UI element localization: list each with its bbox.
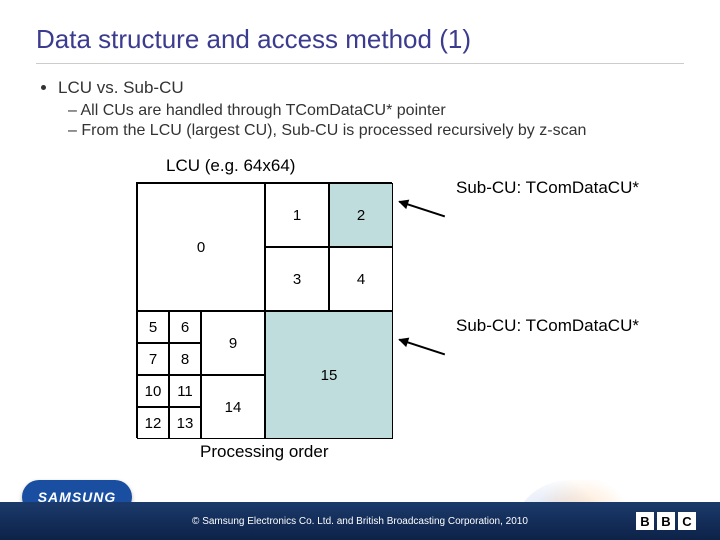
bbc-c: C (678, 512, 696, 530)
cell-5: 5 (137, 311, 169, 343)
annotation-subcu-bottom: Sub-CU: TComDataCU* (456, 316, 639, 336)
annotation-subcu-top: Sub-CU: TComDataCU* (456, 178, 639, 198)
lcu-grid: 0 1 2 3 4 5 6 7 8 9 10 11 12 13 14 15 (136, 182, 392, 438)
bullet-lcu-vs-subcu: LCU vs. Sub-CU All CUs are handled throu… (58, 78, 684, 140)
cell-14: 14 (201, 375, 265, 439)
cell-2: 2 (329, 183, 393, 247)
arrow-to-cell-2 (399, 201, 445, 218)
arrow-to-cell-15 (399, 339, 445, 356)
cell-4: 4 (329, 247, 393, 311)
processing-order-label: Processing order (200, 442, 329, 462)
title-rule (36, 63, 684, 64)
bbc-logo: B B C (636, 512, 696, 530)
lcu-diagram: LCU (e.g. 64x64) 0 1 2 3 4 5 6 7 8 9 10 … (106, 160, 666, 460)
cell-0: 0 (137, 183, 265, 311)
bullet-main-text: LCU vs. Sub-CU (58, 78, 184, 97)
content-area: LCU vs. Sub-CU All CUs are handled throu… (0, 78, 720, 460)
cell-1: 1 (265, 183, 329, 247)
bbc-b1: B (636, 512, 654, 530)
cell-12: 12 (137, 407, 169, 439)
cell-6: 6 (169, 311, 201, 343)
bullet-sub-1: All CUs are handled through TComDataCU* … (86, 102, 684, 120)
footer-bar: © Samsung Electronics Co. Ltd. and Briti… (0, 502, 720, 540)
page-title: Data structure and access method (1) (0, 0, 720, 63)
lcu-label: LCU (e.g. 64x64) (166, 156, 295, 176)
cell-15: 15 (265, 311, 393, 439)
copyright-text: © Samsung Electronics Co. Ltd. and Briti… (192, 516, 528, 527)
bbc-b2: B (657, 512, 675, 530)
cell-8: 8 (169, 343, 201, 375)
cell-13: 13 (169, 407, 201, 439)
cell-7: 7 (137, 343, 169, 375)
cell-9: 9 (201, 311, 265, 375)
cell-11: 11 (169, 375, 201, 407)
bullet-sub-2: From the LCU (largest CU), Sub-CU is pro… (86, 122, 684, 140)
cell-3: 3 (265, 247, 329, 311)
cell-10: 10 (137, 375, 169, 407)
